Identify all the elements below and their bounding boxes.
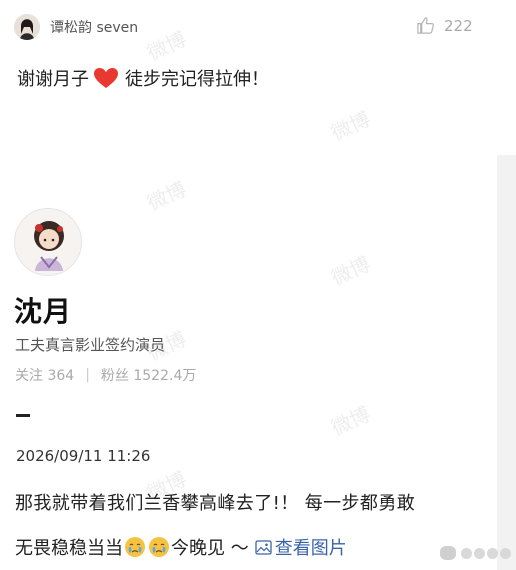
image-icon (255, 539, 272, 555)
view-images-link[interactable]: 查看图片 (255, 534, 347, 560)
post-text-line-1: 那我就带着我们兰香攀高峰去了!！ 每一步都勇敢 (15, 493, 416, 514)
crying-face-icon (125, 537, 145, 557)
post-timestamp: 2026/09/11 11:26 (16, 447, 151, 465)
thumbs-up-icon (417, 17, 434, 34)
profile-avatar[interactable] (14, 208, 82, 276)
like-button[interactable]: 222 (416, 16, 473, 35)
followers-count: 1522.4万 (133, 368, 197, 384)
view-images-label: 查看图片 (274, 538, 347, 559)
profile-bio: 工夫真言影业签约演员 (15, 336, 166, 354)
section-divider (16, 414, 30, 417)
profile-stats: 关注 364 | 粉丝 1522.4万 (15, 365, 196, 385)
stats-divider: | (85, 367, 90, 383)
post-card: 沈月 工夫真言影业签约演员 关注 364 | 粉丝 1522.4万 2026/0… (0, 155, 497, 570)
followers-stat[interactable]: 粉丝 1522.4万 (101, 365, 196, 385)
following-label: 关注 (15, 368, 43, 384)
post-text-line-2: 无畏稳稳当当 今晚见 ～ 查看图片 (15, 534, 347, 560)
commenter-username[interactable]: 谭松韵 seven (50, 17, 138, 37)
profile-name[interactable]: 沈月 (14, 290, 72, 330)
comment-text: 谢谢月子 徒步完记得拉伸！ (17, 65, 269, 91)
commenter-avatar[interactable] (14, 14, 40, 40)
post-text-line-2-start: 无畏稳稳当当 (15, 538, 123, 559)
following-stat[interactable]: 关注 364 (15, 365, 74, 385)
followers-label: 粉丝 (100, 368, 129, 384)
following-count: 364 (47, 368, 75, 384)
comment-section: 谭松韵 seven 222 谢谢月子 徒步完记得拉伸！ (0, 0, 516, 155)
post-text-line-2-end: 今晚见 ～ (171, 538, 249, 559)
crying-face-icon (149, 537, 169, 557)
comment-header: 谭松韵 seven (14, 13, 138, 41)
comment-text-end: 徒步完记得拉伸！ (125, 69, 269, 90)
comment-text-start: 谢谢月子 (17, 69, 89, 90)
weibo-logo-icon (438, 546, 511, 560)
red-heart-icon (94, 68, 118, 88)
like-count: 222 (444, 16, 473, 35)
